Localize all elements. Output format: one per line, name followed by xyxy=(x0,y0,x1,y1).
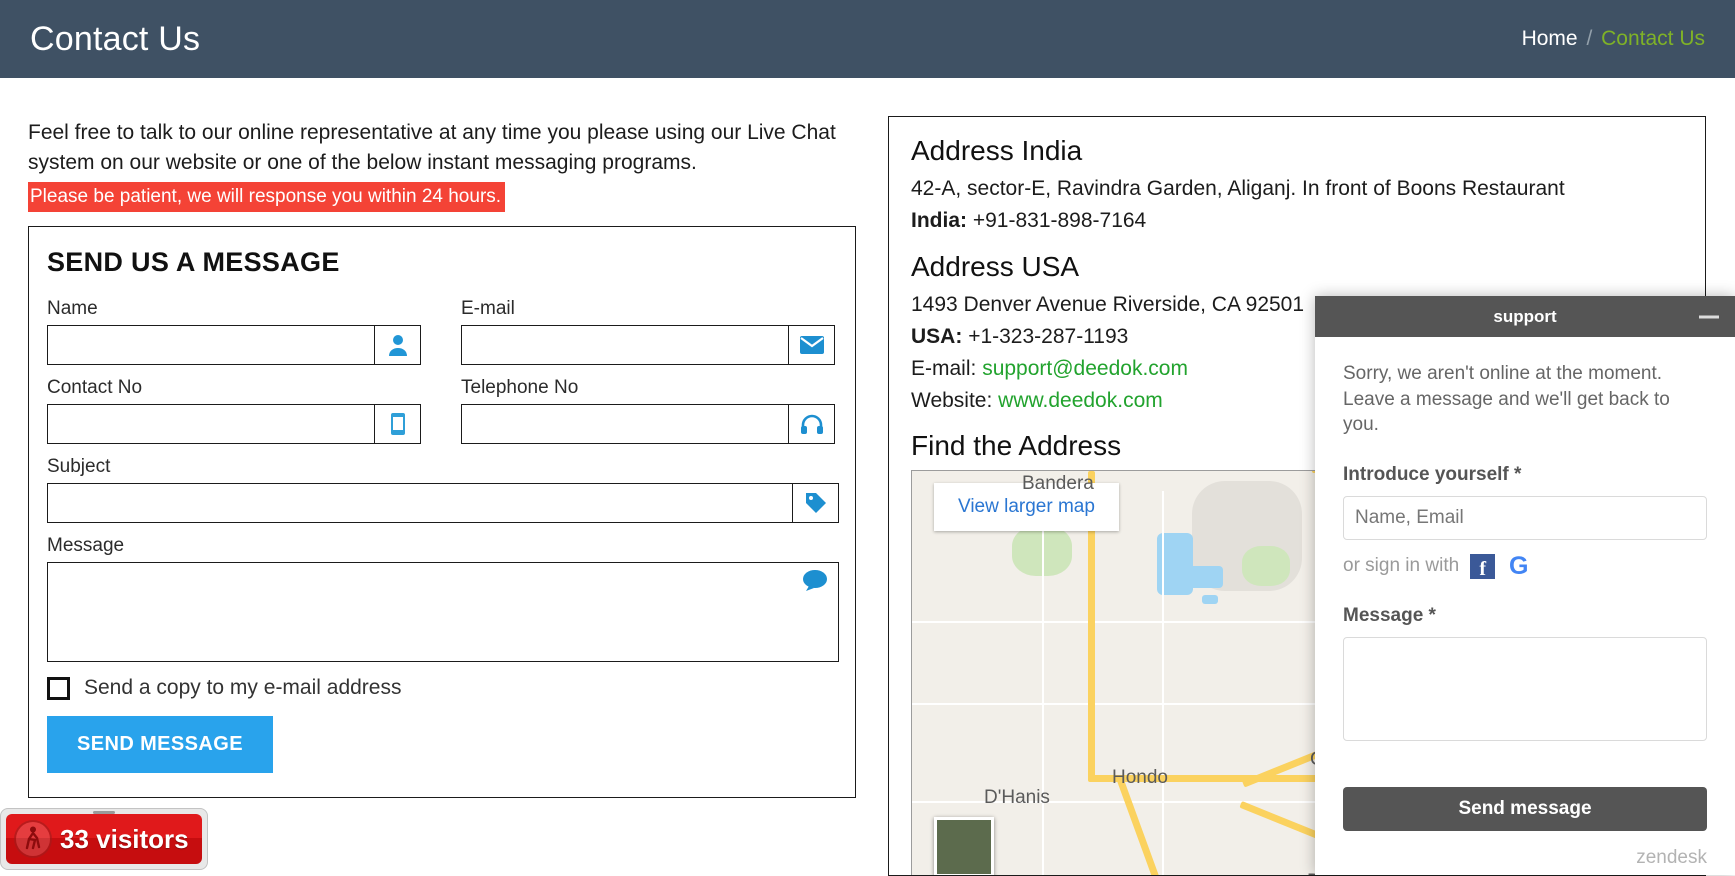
contact-no-input-wrap[interactable] xyxy=(47,404,421,444)
chat-footer: Send message xyxy=(1315,787,1735,839)
address-website-link[interactable]: www.deedok.com xyxy=(998,389,1163,412)
field-label-telephone-no: Telephone No xyxy=(461,377,835,399)
map-label-hondo: Hondo xyxy=(1112,767,1168,789)
address-email-link[interactable]: support@deedok.com xyxy=(982,357,1188,380)
visitors-counter-inner: 33 visitors xyxy=(6,814,202,864)
visitors-count-label: 33 visitors xyxy=(60,824,189,855)
send-copy-checkbox[interactable] xyxy=(47,677,70,700)
response-time-alert: Please be patient, we will response you … xyxy=(28,182,505,213)
form-title: SEND US A MESSAGE xyxy=(47,247,837,278)
contact-no-input[interactable] xyxy=(48,405,374,443)
field-label-message: Message xyxy=(47,535,839,557)
minimize-icon[interactable] xyxy=(1699,315,1719,318)
intro-paragraph: Feel free to talk to our online represen… xyxy=(28,118,848,178)
form-row-2: Contact No Telephone No xyxy=(47,377,837,456)
contact-form: SEND US A MESSAGE Name E-mail xyxy=(28,226,856,798)
chat-header: support xyxy=(1315,296,1735,337)
map-water-body xyxy=(1177,566,1223,588)
field-email: E-mail xyxy=(461,298,835,365)
subject-input-wrap[interactable] xyxy=(47,483,839,523)
address-email-label: E-mail: xyxy=(911,357,976,380)
zendesk-chat-widget[interactable]: support Sorry, we aren't online at the m… xyxy=(1315,296,1735,875)
map-minor-road xyxy=(1162,491,1164,876)
chat-offline-message: Sorry, we aren't online at the moment. L… xyxy=(1343,361,1707,438)
chat-message-input[interactable] xyxy=(1343,637,1707,741)
telephone-no-input[interactable] xyxy=(462,405,788,443)
field-label-email: E-mail xyxy=(461,298,835,320)
headset-icon xyxy=(788,405,834,443)
send-copy-label: Send a copy to my e-mail address xyxy=(84,676,401,700)
left-column: Feel free to talk to our online represen… xyxy=(28,118,858,798)
chat-body: Sorry, we aren't online at the moment. L… xyxy=(1315,337,1735,787)
breadcrumb-current: Contact Us xyxy=(1601,27,1705,50)
comment-icon xyxy=(802,569,828,596)
chat-introduce-label: Introduce yourself * xyxy=(1343,464,1707,486)
chat-title: support xyxy=(1493,307,1556,327)
page-title: Contact Us xyxy=(30,20,200,59)
facebook-icon[interactable]: f xyxy=(1470,554,1495,579)
message-input-wrap[interactable] xyxy=(47,562,839,662)
field-name: Name xyxy=(47,298,421,365)
field-label-name: Name xyxy=(47,298,421,320)
form-row-1: Name E-mail xyxy=(47,298,837,377)
pedestrian-icon xyxy=(14,820,52,858)
field-subject: Subject xyxy=(47,456,839,523)
address-usa-phone: +1-323-287-1193 xyxy=(968,325,1128,348)
breadcrumb-home-link[interactable]: Home xyxy=(1522,27,1578,50)
widget-drag-handle[interactable] xyxy=(93,811,115,814)
map-label-bandera: Bandera xyxy=(1022,473,1094,495)
google-icon[interactable]: G xyxy=(1506,554,1531,579)
chat-signin-text: or sign in with xyxy=(1343,555,1459,577)
address-india-heading: Address India xyxy=(911,135,1683,167)
address-india-phone-row: India: +91-831-898-7164 xyxy=(911,205,1683,237)
send-message-button[interactable]: SEND MESSAGE xyxy=(47,716,273,773)
subject-input[interactable] xyxy=(48,484,792,522)
address-india-street: 42-A, sector-E, Ravindra Garden, Aliganj… xyxy=(911,173,1683,205)
field-contact-no: Contact No xyxy=(47,377,421,444)
name-input[interactable] xyxy=(48,326,374,364)
envelope-icon xyxy=(788,326,834,364)
email-input[interactable] xyxy=(462,326,788,364)
field-message: Message xyxy=(47,535,839,662)
field-label-subject: Subject xyxy=(47,456,839,478)
field-label-contact-no: Contact No xyxy=(47,377,421,399)
address-india-phone-label: India: xyxy=(911,209,967,232)
page-header: Contact Us Home / Contact Us xyxy=(0,0,1735,78)
chat-social-signin-row: or sign in with f G xyxy=(1343,554,1707,579)
map-minor-road xyxy=(1042,491,1044,876)
email-input-wrap[interactable] xyxy=(461,325,835,365)
page-bottom-overflow-text xyxy=(0,861,1735,875)
telephone-no-input-wrap[interactable] xyxy=(461,404,835,444)
address-usa-heading: Address USA xyxy=(911,251,1683,283)
breadcrumb: Home / Contact Us xyxy=(1522,27,1705,51)
breadcrumb-separator: / xyxy=(1583,27,1595,50)
map-park-area xyxy=(1242,546,1290,586)
map-water-body xyxy=(1202,595,1218,604)
chat-send-button[interactable]: Send message xyxy=(1343,787,1707,831)
chat-introduce-input[interactable] xyxy=(1343,496,1707,540)
address-usa-phone-label: USA: xyxy=(911,325,962,348)
address-india-phone: +91-831-898-7164 xyxy=(973,209,1146,232)
address-website-label: Website: xyxy=(911,389,992,412)
send-copy-row[interactable]: Send a copy to my e-mail address xyxy=(47,676,837,700)
name-input-wrap[interactable] xyxy=(47,325,421,365)
tag-icon xyxy=(792,484,838,522)
user-icon xyxy=(374,326,420,364)
map-label-dhanis: D'Hanis xyxy=(984,787,1050,809)
message-input[interactable] xyxy=(48,563,838,661)
chat-message-label: Message * xyxy=(1343,605,1707,627)
field-telephone-no: Telephone No xyxy=(461,377,835,444)
mobile-icon xyxy=(374,405,420,443)
